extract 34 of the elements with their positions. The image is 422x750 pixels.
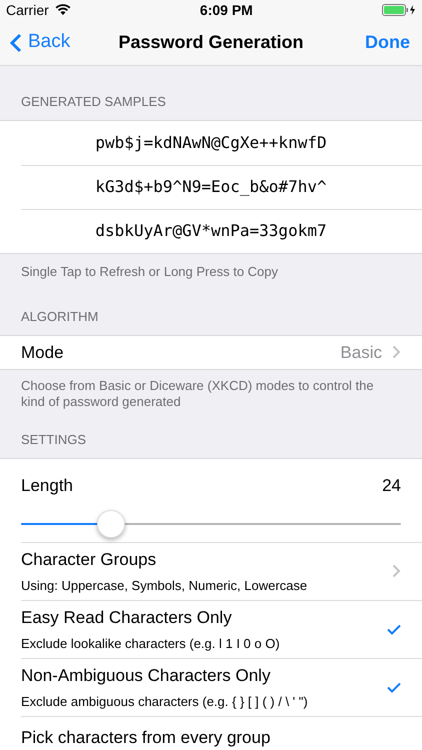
row-title: Character Groups xyxy=(21,549,158,571)
mode-label: Mode xyxy=(21,342,65,364)
password-sample[interactable]: pwb$j=kdNAwN@CgXe++knwfD xyxy=(95,130,327,154)
password-sample[interactable]: kG3d$+b9^N9=Eoc_b&o#7hv^ xyxy=(95,175,327,199)
done-button[interactable]: Done xyxy=(322,29,412,56)
settings-row[interactable]: Non-Ambiguous Characters Only Exclude ambiguous characters (e.g. { } [ ] ( ) / \ ' ") xyxy=(21,658,422,716)
settings-row[interactable]: Easy Read Characters Only Exclude lookalike characters (e.g. l 1 I 0 o O) xyxy=(21,600,422,658)
wifi-icon xyxy=(54,4,71,16)
row-subtitle: Using: Uppercase, Symbols, Numeric, Lowercase xyxy=(21,576,308,595)
row-title: Non-Ambiguous Characters Only xyxy=(21,665,272,687)
password-sample[interactable]: dsbkUyAr@GV*wnPa=33gokm7 xyxy=(95,219,327,243)
back-button[interactable]: Back xyxy=(10,28,100,57)
section-footer: Choose from Basic or Diceware (XKCD) modes to control the kind of password generated xyxy=(0,370,422,410)
row-subtitle: Exclude ambiguous characters (e.g. { } [ ] ( ) / \ ' ") xyxy=(21,692,309,711)
length-value: 24 xyxy=(382,474,401,496)
row-subtitle: Exclude lookalike characters (e.g. l 1 I 0 o O) xyxy=(21,634,281,653)
carrier-label: Carrier xyxy=(6,0,49,20)
section-header: SETTINGS xyxy=(20,431,88,449)
section-header: GENERATED SAMPLES xyxy=(20,93,167,111)
screen-title: Password Generation xyxy=(118,31,304,54)
mode-value: Basic xyxy=(340,342,382,364)
row-title: Easy Read Characters Only xyxy=(21,607,233,629)
section-footer: Single Tap to Refresh or Long Press to Copy xyxy=(0,254,422,281)
back-chevron-icon xyxy=(10,32,22,52)
chevron-icon xyxy=(392,345,401,360)
clock-time: 6:09 PM xyxy=(200,0,253,20)
settings-row[interactable]: Character Groups Using: Uppercase, Symbols, Numeric, Lowercase xyxy=(21,542,422,600)
length-slider[interactable] xyxy=(21,510,401,538)
battery-icon xyxy=(382,4,416,16)
length-label: Length xyxy=(21,474,73,496)
mode-row[interactable]: Mode Basic xyxy=(0,334,422,370)
row-title: Pick characters from every group xyxy=(21,726,272,748)
chevron-icon xyxy=(392,564,401,578)
section-header: ALGORITHM xyxy=(20,308,100,326)
